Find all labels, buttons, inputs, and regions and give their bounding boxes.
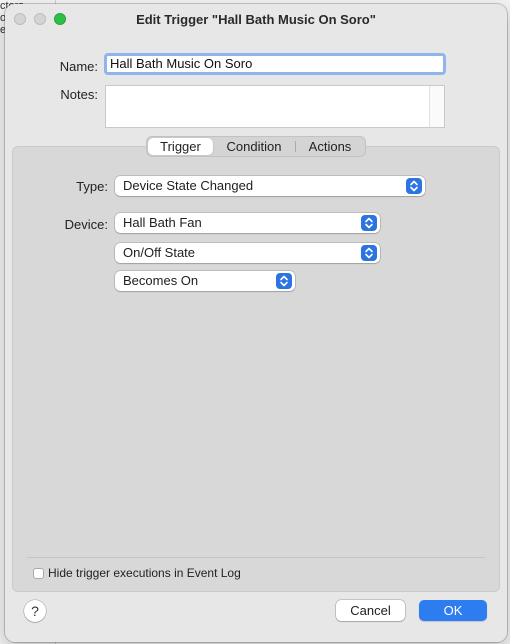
cancel-button[interactable]: Cancel bbox=[336, 600, 405, 621]
chevron-up-down-icon bbox=[361, 215, 377, 231]
condition-popup[interactable]: Becomes On bbox=[115, 271, 295, 291]
tab-trigger[interactable]: Trigger bbox=[148, 138, 213, 155]
title-bar: Edit Trigger "Hall Bath Music On Soro" bbox=[5, 4, 507, 36]
chevron-up-down-icon bbox=[406, 178, 422, 194]
device-popup-value: Hall Bath Fan bbox=[123, 215, 202, 230]
help-icon[interactable]: ? bbox=[24, 600, 46, 622]
tab-actions[interactable]: Actions bbox=[296, 137, 364, 156]
type-popup-value: Device State Changed bbox=[123, 178, 254, 193]
name-field[interactable]: Hall Bath Music On Soro bbox=[104, 53, 446, 75]
footer-divider bbox=[27, 557, 485, 558]
name-field-value: Hall Bath Music On Soro bbox=[110, 56, 253, 71]
condition-popup-value: Becomes On bbox=[123, 273, 199, 288]
state-popup-value: On/Off State bbox=[123, 245, 196, 260]
hide-executions-checkbox[interactable] bbox=[33, 568, 44, 579]
device-popup[interactable]: Hall Bath Fan bbox=[115, 213, 380, 233]
hide-executions-label[interactable]: Hide trigger executions in Event Log bbox=[48, 566, 241, 580]
edit-trigger-dialog: Edit Trigger "Hall Bath Music On Soro" N… bbox=[5, 4, 507, 642]
notes-scrollbar[interactable] bbox=[429, 86, 444, 127]
name-label: Name: bbox=[59, 59, 98, 74]
ok-button[interactable]: OK bbox=[419, 600, 487, 621]
type-label: Type: bbox=[76, 179, 108, 194]
notes-label: Notes: bbox=[60, 87, 98, 102]
type-popup[interactable]: Device State Changed bbox=[115, 176, 425, 196]
tab-content-panel: Type: Device State Changed Device: Hall … bbox=[12, 146, 500, 592]
device-label: Device: bbox=[64, 217, 108, 232]
state-popup[interactable]: On/Off State bbox=[115, 243, 380, 263]
tab-bar: Trigger Condition Actions bbox=[146, 136, 366, 157]
dialog-title: Edit Trigger "Hall Bath Music On Soro" bbox=[136, 12, 376, 27]
tab-condition[interactable]: Condition bbox=[214, 137, 294, 156]
chevron-up-down-icon bbox=[276, 273, 292, 289]
chevron-up-down-icon bbox=[361, 245, 377, 261]
notes-field[interactable] bbox=[105, 85, 445, 128]
